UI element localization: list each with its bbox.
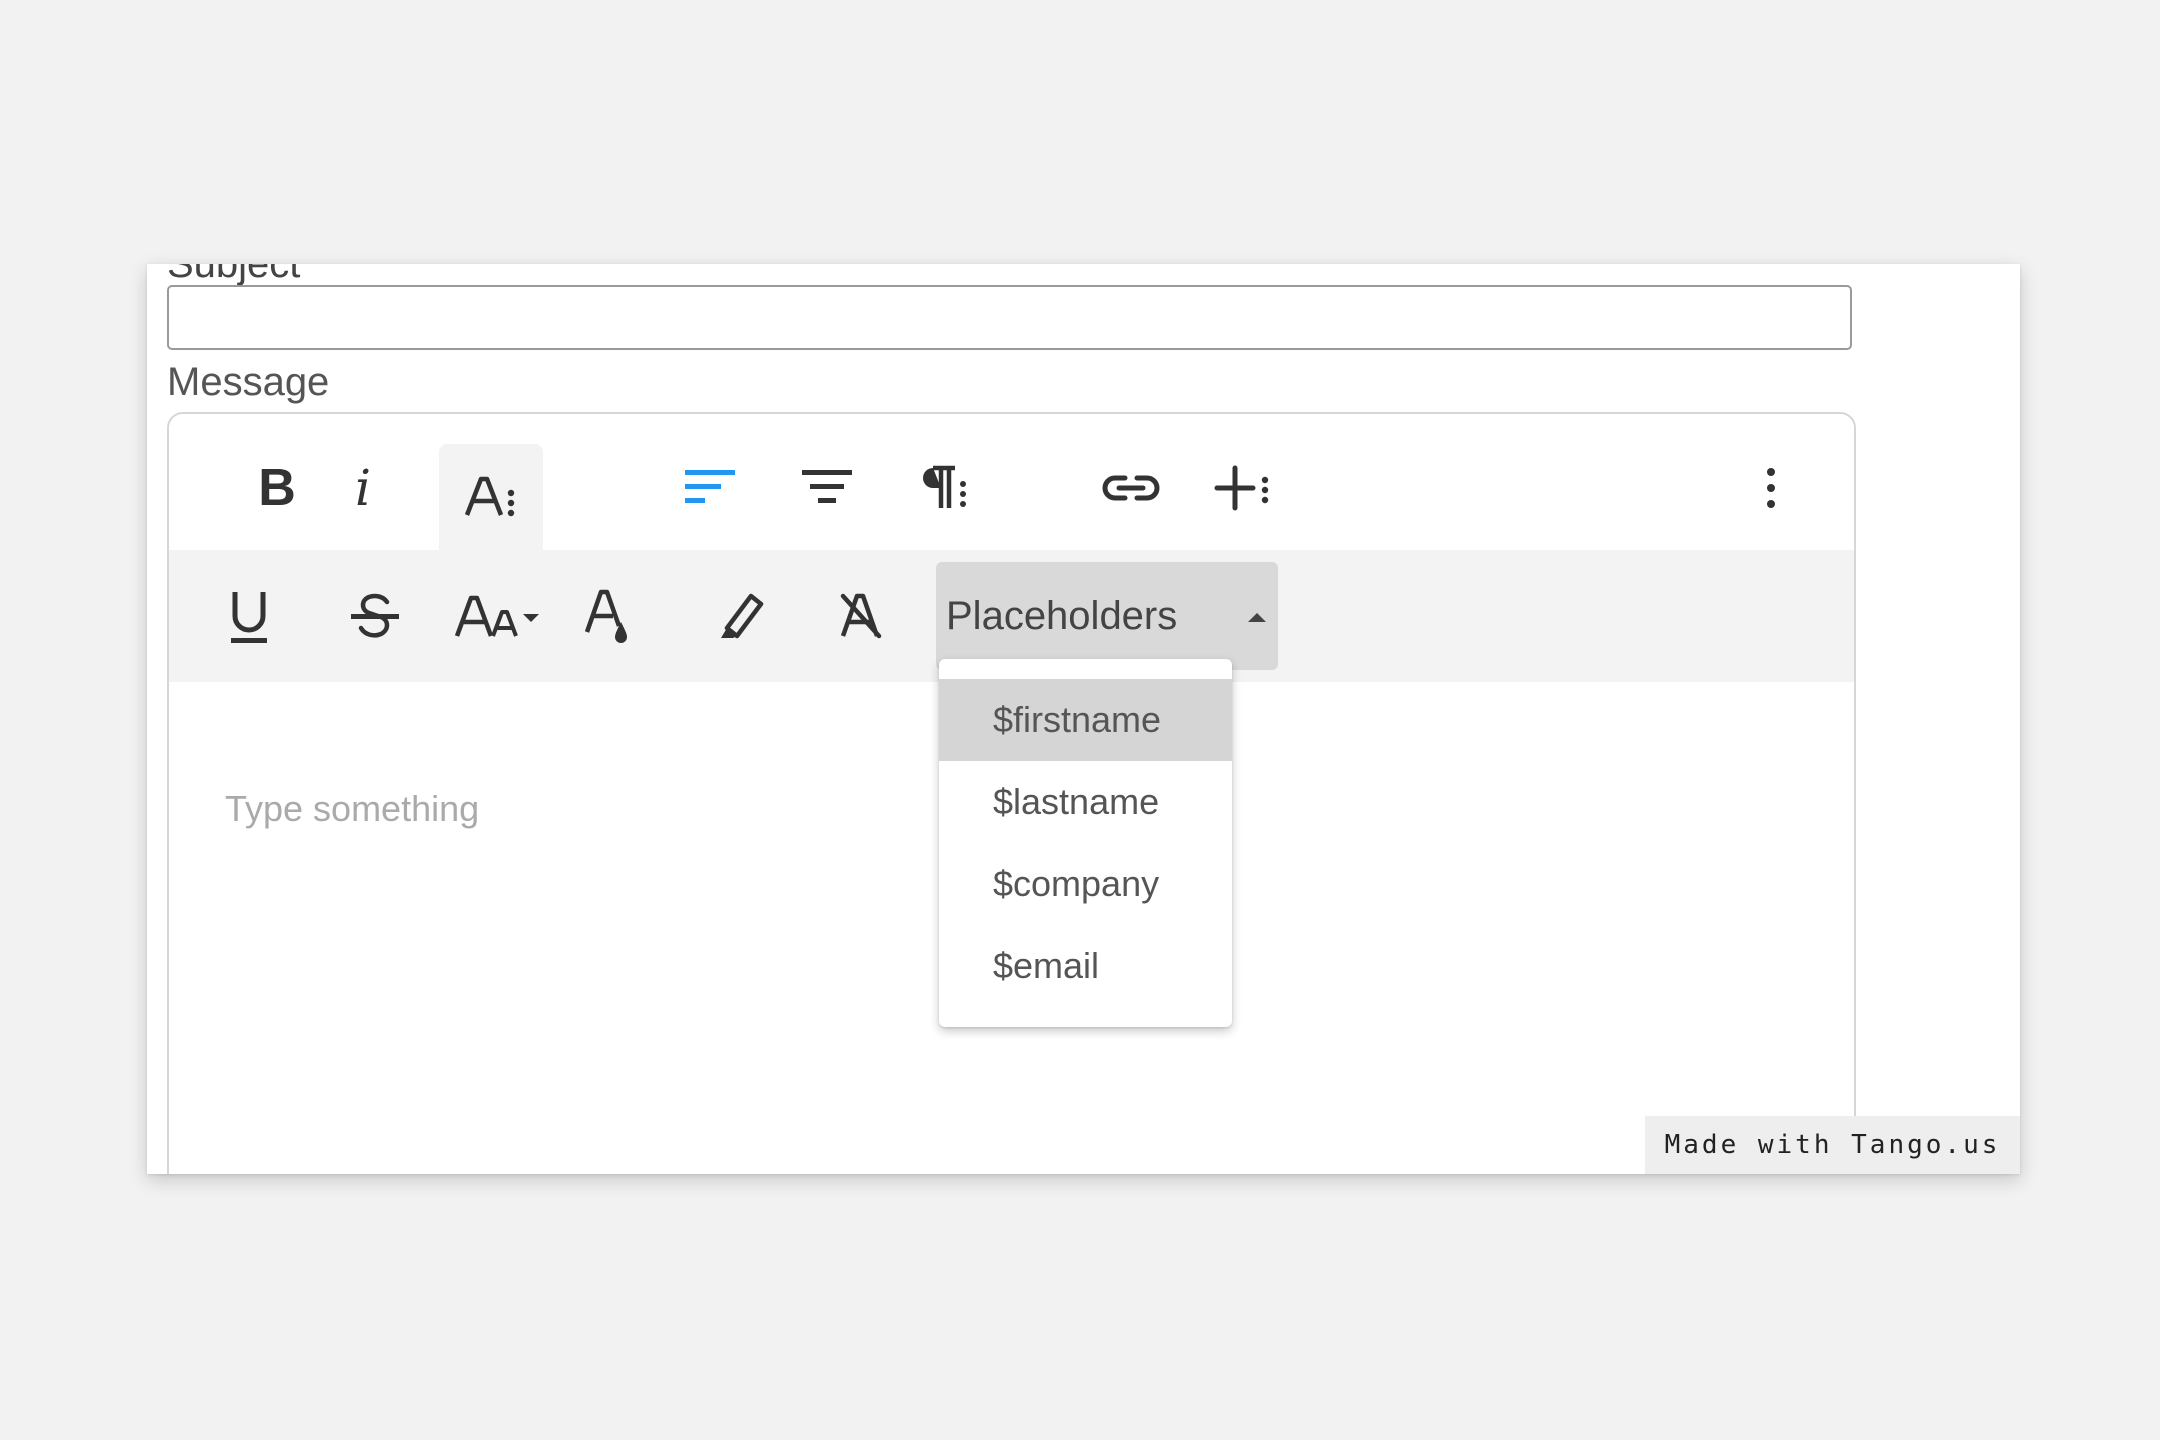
strikethrough-icon bbox=[351, 593, 399, 638]
text-style-more-button[interactable] bbox=[439, 444, 543, 550]
strikethrough-button[interactable] bbox=[325, 566, 425, 666]
highlight-button[interactable] bbox=[687, 566, 787, 666]
align-left-button[interactable] bbox=[661, 438, 761, 538]
font-size-icon bbox=[454, 595, 539, 637]
font-size-button[interactable] bbox=[443, 566, 553, 666]
text-color-button[interactable] bbox=[559, 566, 659, 666]
subject-input[interactable] bbox=[167, 285, 1852, 350]
placeholder-option-firstname[interactable]: $firstname bbox=[939, 679, 1232, 761]
text-color-icon bbox=[584, 589, 627, 643]
link-icon bbox=[1102, 475, 1160, 501]
more-options-button[interactable] bbox=[1721, 438, 1821, 538]
align-center-button[interactable] bbox=[777, 438, 877, 538]
more-vertical-icon bbox=[1767, 468, 1775, 508]
align-center-icon bbox=[802, 470, 852, 503]
insert-more-button[interactable] bbox=[1195, 438, 1295, 538]
clear-formatting-icon bbox=[840, 593, 882, 639]
align-left-icon bbox=[685, 470, 735, 503]
caret-up-icon bbox=[1248, 613, 1266, 622]
placeholders-menu: $firstname $lastname $company $email bbox=[939, 659, 1232, 1027]
bold-icon: B bbox=[258, 459, 296, 517]
underline-icon bbox=[231, 592, 267, 643]
placeholder-option-lastname[interactable]: $lastname bbox=[939, 761, 1232, 843]
paragraph-more-icon bbox=[923, 465, 966, 508]
italic-button[interactable]: i bbox=[313, 438, 413, 538]
placeholders-label: Placeholders bbox=[946, 593, 1178, 638]
placeholder-option-company[interactable]: $company bbox=[939, 843, 1232, 925]
toolbar-primary: B i bbox=[169, 414, 1854, 550]
placeholders-dropdown-button[interactable]: Placeholders bbox=[936, 562, 1278, 670]
text-style-more-icon bbox=[464, 476, 515, 517]
clear-formatting-button[interactable] bbox=[813, 566, 913, 666]
bold-button[interactable]: B bbox=[227, 438, 327, 538]
tango-watermark: Made with Tango.us bbox=[1645, 1116, 2020, 1174]
insert-more-icon bbox=[1214, 465, 1269, 511]
message-placeholder: Type something bbox=[225, 788, 480, 829]
message-label: Message bbox=[167, 360, 330, 404]
underline-button[interactable] bbox=[199, 566, 299, 666]
subject-label: Subject bbox=[167, 264, 301, 286]
italic-icon: i bbox=[355, 459, 371, 517]
paragraph-more-button[interactable] bbox=[891, 438, 991, 538]
highlight-icon bbox=[721, 593, 764, 639]
placeholder-option-email[interactable]: $email bbox=[939, 925, 1232, 1007]
link-button[interactable] bbox=[1081, 438, 1181, 538]
